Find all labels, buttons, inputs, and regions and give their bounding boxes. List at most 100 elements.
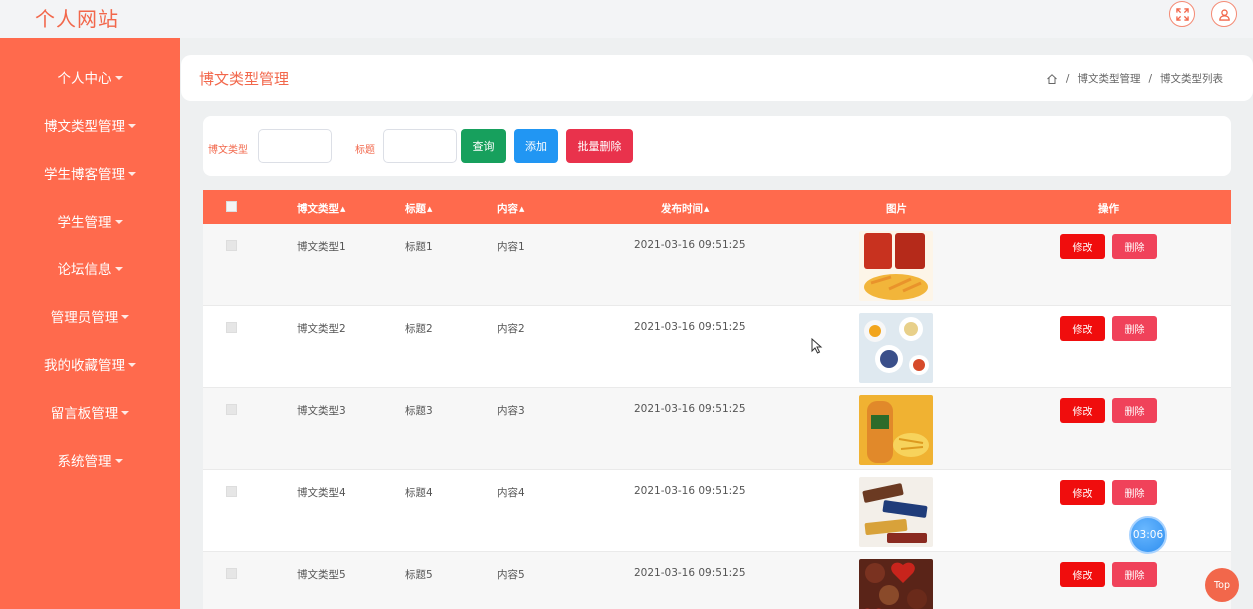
cell-title: 标题2 (405, 323, 433, 335)
sidebar-item-label: 留言板管理 (50, 406, 119, 422)
edit-button[interactable]: 修改 (1060, 562, 1105, 587)
cell-content: 内容5 (497, 569, 525, 581)
home-icon[interactable] (1046, 73, 1058, 85)
table-header: 博文类型▲ 标题▲ 内容▲ 发布时间▲ 图片 操作 (203, 190, 1231, 224)
column-label: 博文类型 (297, 203, 339, 215)
sidebar-item-label: 系统管理 (57, 454, 112, 470)
row-checkbox[interactable] (226, 404, 237, 415)
sidebar-item-personal-center[interactable]: 个人中心 (0, 62, 180, 92)
fullscreen-icon[interactable] (1169, 1, 1195, 27)
sidebar-item-student-blog[interactable]: 学生博客管理 (0, 158, 180, 188)
edit-button[interactable]: 修改 (1060, 480, 1105, 505)
caret-down-icon (128, 123, 136, 128)
sort-icon: ▲ (519, 205, 525, 213)
delete-button[interactable]: 删除 (1112, 316, 1157, 341)
column-header-time[interactable]: 发布时间▲ (661, 201, 709, 216)
page-header: 博文类型管理 / 博文类型管理 / 博文类型列表 (181, 55, 1253, 101)
title-input[interactable] (383, 129, 457, 163)
sort-icon: ▲ (704, 205, 710, 213)
row-checkbox[interactable] (226, 240, 237, 251)
user-icon[interactable] (1211, 1, 1237, 27)
column-header-content[interactable]: 内容▲ (497, 201, 524, 216)
delete-button[interactable]: 删除 (1112, 562, 1157, 587)
sidebar-item-label: 论坛信息 (57, 262, 112, 278)
breadcrumb: / 博文类型管理 / 博文类型列表 (1046, 71, 1223, 86)
row-checkbox[interactable] (226, 322, 237, 333)
column-label: 发布时间 (661, 203, 703, 215)
sidebar-item-favorites[interactable]: 我的收藏管理 (0, 349, 180, 379)
cell-title: 标题3 (405, 405, 433, 417)
food-image (859, 559, 933, 609)
caret-down-icon (114, 219, 123, 224)
page-title: 博文类型管理 (199, 70, 290, 88)
sort-icon: ▲ (340, 205, 346, 213)
cell-time: 2021-03-16 09:51:25 (634, 239, 746, 251)
batch-delete-button[interactable]: 批量删除 (566, 129, 633, 163)
sidebar-item-label: 学生管理 (57, 215, 112, 231)
back-to-top-button[interactable]: Top (1205, 568, 1239, 602)
cell-type: 博文类型3 (297, 405, 346, 417)
cell-content: 内容4 (497, 487, 525, 499)
site-title: 个人网站 (35, 7, 119, 31)
sidebar-item-system[interactable]: 系统管理 (0, 445, 180, 475)
cell-content: 内容3 (497, 405, 525, 417)
food-image (859, 231, 933, 301)
sort-icon: ▲ (427, 205, 433, 213)
breadcrumb-separator: / (1065, 72, 1070, 85)
blog-type-label: 博文类型 (208, 145, 248, 156)
food-image (859, 313, 933, 383)
breadcrumb-item: 博文类型列表 (1160, 73, 1223, 85)
top-header: 个人网站 (0, 0, 1253, 38)
cell-type: 博文类型2 (297, 323, 346, 335)
column-label: 内容 (497, 203, 518, 215)
cell-time: 2021-03-16 09:51:25 (634, 567, 746, 579)
sidebar-item-label: 管理员管理 (50, 310, 119, 326)
caret-down-icon (121, 410, 130, 415)
sidebar-item-message-board[interactable]: 留言板管理 (0, 397, 180, 427)
add-button[interactable]: 添加 (514, 129, 558, 163)
sidebar-item-forum[interactable]: 论坛信息 (0, 253, 180, 283)
select-all-checkbox[interactable] (226, 201, 237, 212)
column-header-type[interactable]: 博文类型▲ (297, 201, 345, 216)
cell-time: 2021-03-16 09:51:25 (634, 403, 746, 415)
column-header-image: 图片 (886, 203, 907, 215)
caret-down-icon (121, 314, 130, 319)
data-table: 博文类型▲ 标题▲ 内容▲ 发布时间▲ 图片 操作 博文类型1 标题1 内容1 … (203, 190, 1231, 609)
edit-button[interactable]: 修改 (1060, 316, 1105, 341)
sidebar-item-label: 个人中心 (57, 71, 112, 87)
sidebar-item-blog-type[interactable]: 博文类型管理 (0, 110, 180, 140)
column-header-actions: 操作 (1098, 203, 1119, 215)
mouse-cursor-icon (811, 338, 823, 354)
table-row: 博文类型4 标题4 内容4 2021-03-16 09:51:25 修改 删除 (203, 470, 1231, 552)
blog-type-input[interactable] (258, 129, 332, 163)
column-header-title[interactable]: 标题▲ (405, 201, 432, 216)
table-row: 博文类型2 标题2 内容2 2021-03-16 09:51:25 修改 删除 (203, 306, 1231, 388)
query-button[interactable]: 查询 (461, 129, 506, 163)
cell-type: 博文类型5 (297, 569, 346, 581)
cell-type: 博文类型1 (297, 241, 346, 253)
sidebar-item-student[interactable]: 学生管理 (0, 206, 180, 236)
cell-content: 内容1 (497, 241, 525, 253)
column-label: 标题 (405, 203, 426, 215)
timer-badge: 03:06 (1129, 516, 1167, 554)
edit-button[interactable]: 修改 (1060, 398, 1105, 423)
caret-down-icon (128, 362, 136, 367)
edit-button[interactable]: 修改 (1060, 234, 1105, 259)
breadcrumb-item[interactable]: 博文类型管理 (1077, 71, 1140, 86)
delete-button[interactable]: 删除 (1112, 480, 1157, 505)
sidebar-item-admin[interactable]: 管理员管理 (0, 301, 180, 331)
row-checkbox[interactable] (226, 486, 237, 497)
delete-button[interactable]: 删除 (1112, 234, 1157, 259)
row-checkbox[interactable] (226, 568, 237, 579)
cell-type: 博文类型4 (297, 487, 346, 499)
delete-button[interactable]: 删除 (1112, 398, 1157, 423)
cell-title: 标题4 (405, 487, 433, 499)
caret-down-icon (128, 171, 136, 176)
cell-title: 标题5 (405, 569, 433, 581)
table-row: 博文类型1 标题1 内容1 2021-03-16 09:51:25 修改 删除 (203, 224, 1231, 306)
sidebar-item-label: 博文类型管理 (44, 119, 125, 135)
caret-down-icon (114, 458, 123, 463)
sidebar-item-label: 学生博客管理 (44, 167, 125, 183)
sidebar: 个人中心 博文类型管理 学生博客管理 学生管理 论坛信息 管理员管理 我的收藏管… (0, 38, 180, 609)
table-row: 博文类型3 标题3 内容3 2021-03-16 09:51:25 修改 删除 (203, 388, 1231, 470)
